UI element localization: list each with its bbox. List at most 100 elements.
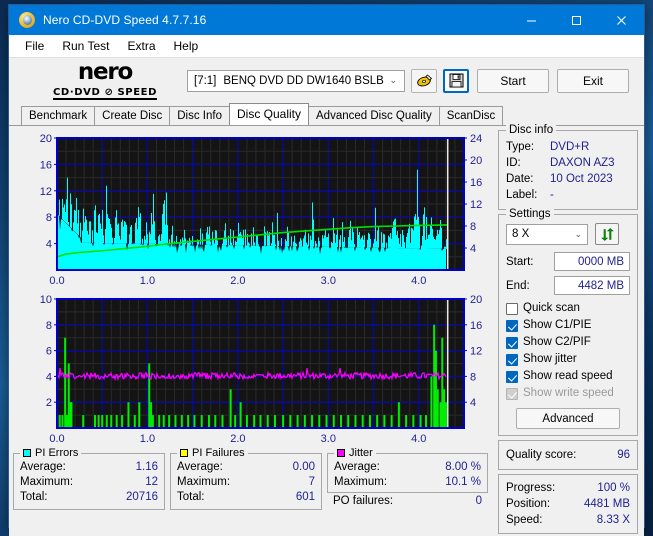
pi-failures-stats: PI Failures Average: 0.00 Maximum: 7 Tot… [170, 447, 322, 510]
svg-text:4.0: 4.0 [411, 275, 426, 287]
drive-select[interactable]: [7:1] BENQ DVD DD DW1640 BSLB ⌄ [187, 69, 405, 92]
jitter-title-text: Jitter [349, 447, 373, 459]
pi-errors-title-text: PI Errors [35, 447, 79, 459]
tab-benchmark[interactable]: Benchmark [21, 106, 96, 125]
jitter-stats: Jitter Average: 8.00 % Maximum: 10.1 % P… [327, 447, 488, 510]
position-row: Position: 4481 MB [506, 496, 630, 512]
speed-row-status: Speed: 8.33 X [506, 512, 630, 528]
tab-content-disc-quality: 4 8 12 16 20 4 8 12 16 20 24 0.0 1.0 2.0 3.0 4.0 2 4 6 8 10… [9, 124, 644, 536]
save-button[interactable] [443, 68, 469, 93]
pi-errors-legend-title: PI Errors [20, 447, 82, 459]
window-title: Nero CD-DVD Speed 4.7.7.16 [43, 13, 207, 27]
pi-errors-maximum-label: Maximum: [20, 476, 74, 488]
svg-text:12: 12 [40, 186, 52, 198]
disc-info-title: Disc info [506, 124, 557, 136]
refresh-button[interactable] [595, 223, 619, 245]
tab-create-disc[interactable]: Create Disc [94, 106, 171, 125]
tab-disc-info[interactable]: Disc Info [169, 106, 230, 125]
jitter-maximum-row: Maximum: 10.1 % [334, 475, 481, 490]
disc-info-date-row: Date: 10 Oct 2023 [506, 171, 630, 187]
exit-button[interactable]: Exit [557, 68, 629, 93]
progress-label: Progress: [506, 482, 556, 494]
menu-item-run-test[interactable]: Run Test [54, 37, 117, 55]
refresh-arrows-icon [600, 227, 614, 241]
checkbox-quick-scan[interactable]: Quick scan [506, 300, 630, 317]
end-value: 4482 MB [577, 279, 624, 292]
checkbox-show-c2-pif[interactable]: Show C2/PIF [506, 334, 630, 351]
close-button[interactable] [599, 5, 644, 35]
svg-text:1.0: 1.0 [140, 275, 155, 287]
advanced-button[interactable]: Advanced [516, 408, 620, 429]
disc-label-label: Label: [506, 189, 538, 201]
start-value: 0000 MB [577, 255, 624, 268]
checkbox-show-read-speed[interactable]: Show read speed [506, 368, 630, 385]
tab-disc-quality[interactable]: Disc Quality [229, 103, 310, 125]
svg-text:20: 20 [470, 294, 482, 306]
pi-failures-average-value: 0.00 [292, 461, 315, 473]
start-input[interactable]: 0000 MB [554, 252, 630, 271]
pi-failures-total-row: Total: 601 [177, 490, 315, 505]
charts-column: 4 8 12 16 20 4 8 12 16 20 24 0.0 1.0 2.0 3.0 4.0 2 4 6 8 10… [13, 130, 494, 534]
pi-failures-average-row: Average: 0.00 [177, 460, 315, 475]
menu-item-file[interactable]: File [17, 37, 52, 55]
save-floppy-icon [449, 73, 463, 88]
position-label: Position: [506, 498, 551, 510]
maximize-button[interactable] [554, 5, 599, 35]
checkbox-icon [506, 370, 518, 383]
pi-failures-title-text: PI Failures [192, 447, 245, 459]
pi-failures-maximum-value: 7 [308, 476, 315, 488]
eject-disc-button[interactable] [411, 68, 437, 93]
eject-disc-icon [416, 74, 432, 87]
svg-text:4: 4 [470, 243, 476, 255]
end-input[interactable]: 4482 MB [554, 276, 630, 295]
svg-text:8: 8 [46, 320, 52, 332]
svg-text:2: 2 [46, 397, 52, 409]
speed-select[interactable]: 8 X ⌄ [506, 223, 588, 245]
jitter-average-label: Average: [334, 461, 380, 473]
menu-item-extra[interactable]: Extra [119, 37, 163, 55]
progress-value: 100 % [597, 482, 630, 494]
svg-text:2.0: 2.0 [230, 275, 245, 287]
pi-failures-maximum-row: Maximum: 7 [177, 475, 315, 490]
svg-text:16: 16 [40, 159, 52, 171]
svg-text:16: 16 [470, 320, 482, 332]
checkbox-show-jitter[interactable]: Show jitter [506, 351, 630, 368]
svg-text:20: 20 [470, 155, 482, 167]
svg-text:8: 8 [470, 221, 476, 233]
speed-status-value: 8.33 X [596, 514, 630, 526]
quality-score-value: 96 [617, 449, 630, 461]
tab-scandisc[interactable]: ScanDisc [438, 106, 504, 125]
drive-name: BENQ DVD DD DW1640 BSLB [223, 74, 384, 87]
svg-text:16: 16 [470, 177, 482, 189]
toolbar: nero CD·DVD ⊘ SPEED [7:1] BENQ DVD DD DW… [9, 58, 644, 103]
tab-advanced-disc-quality[interactable]: Advanced Disc Quality [308, 106, 440, 125]
checkbox-icon [506, 353, 518, 366]
menu-bar: File Run Test Extra Help [9, 35, 644, 58]
pi-errors-total-row: Total: 20716 [20, 490, 158, 505]
checkbox-show-c1-pie[interactable]: Show C1/PIE [506, 317, 630, 334]
pi-errors-stats: PI Errors Average: 1.16 Maximum: 12 Tota… [13, 447, 165, 510]
minimize-button[interactable] [509, 5, 554, 35]
svg-text:8: 8 [46, 212, 52, 224]
po-failures-value: 0 [475, 495, 482, 507]
pi-errors-average-row: Average: 1.16 [20, 460, 158, 475]
po-failures-label: PO failures: [333, 495, 394, 507]
pi-failures-total-value: 601 [295, 491, 315, 503]
pi-errors-color-swatch [23, 449, 31, 457]
svg-text:4.0: 4.0 [411, 433, 426, 445]
pi-failures-total-label: Total: [177, 491, 205, 503]
checkbox-icon [506, 302, 518, 315]
checkbox-show-write-speed: Show write speed [506, 385, 630, 402]
pi-errors-chart: 4 8 12 16 20 4 8 12 16 20 24 0.0 1.0 2.0 3.0 4.0 [13, 130, 494, 290]
disc-info-label-row: Label: - [506, 187, 630, 203]
start-label: Start: [506, 255, 534, 268]
speed-value: 8 X [512, 228, 530, 240]
pi-errors-total-value: 20716 [126, 491, 158, 503]
checkbox-show-c1-pie-label: Show C1/PIE [523, 319, 592, 331]
quality-score-label: Quality score: [506, 449, 577, 461]
start-button[interactable]: Start [477, 68, 549, 93]
chevron-down-icon: ⌄ [389, 75, 397, 85]
menu-item-help[interactable]: Help [166, 37, 207, 55]
svg-text:12: 12 [470, 199, 482, 211]
svg-text:4: 4 [46, 239, 52, 251]
